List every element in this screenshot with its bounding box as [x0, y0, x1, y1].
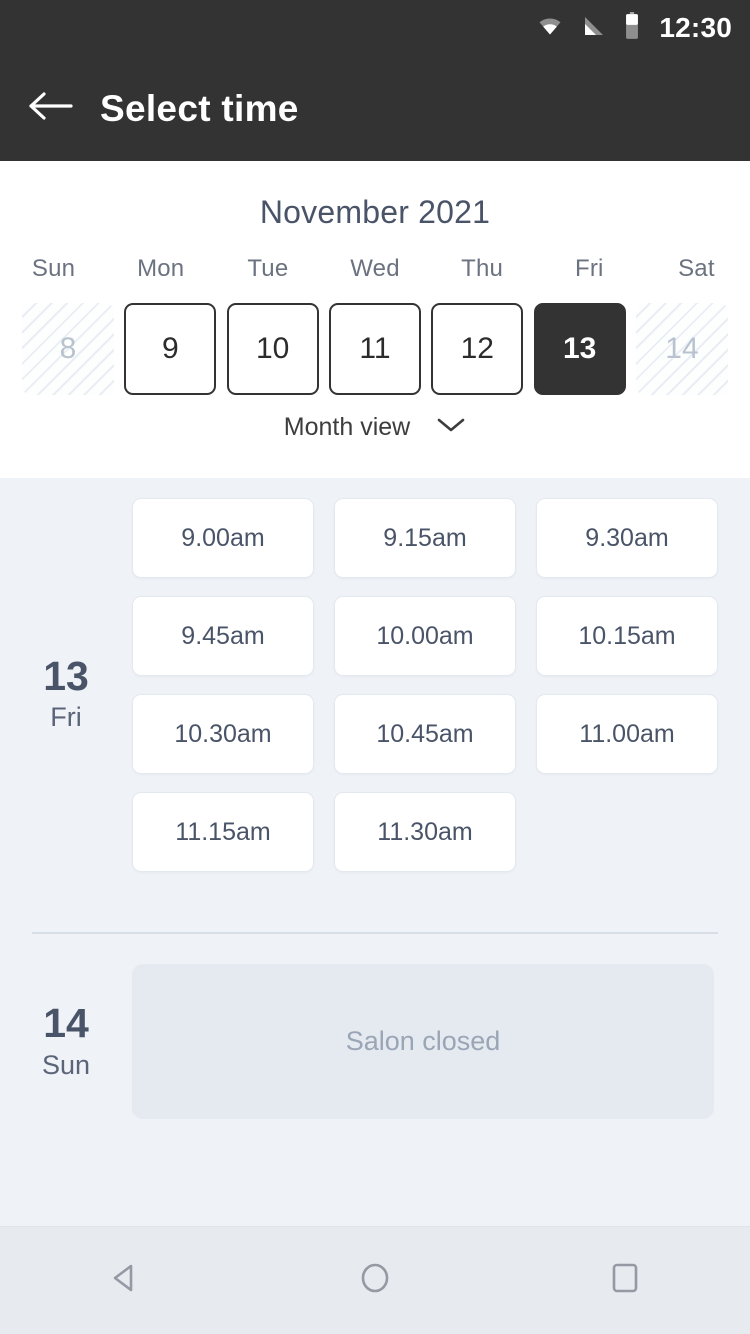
time-slot[interactable]: 9.00am: [132, 498, 314, 578]
nav-back-button[interactable]: [65, 1227, 185, 1334]
time-slot[interactable]: 9.15am: [334, 498, 516, 578]
weekday-label-sun: Sun: [31, 255, 76, 282]
back-button[interactable]: [0, 56, 100, 161]
calendar-day-14: 14: [635, 303, 728, 395]
month-view-toggle[interactable]: Month view: [0, 413, 750, 442]
time-slot[interactable]: 10.45am: [334, 694, 516, 774]
weekday-label-sat: Sat: [678, 255, 715, 282]
time-slot-row: 9.45am 10.00am 10.15am: [132, 596, 720, 676]
calendar-day-10[interactable]: 10: [226, 303, 319, 395]
weekday-label-tue: Tue: [247, 255, 289, 282]
nav-home-icon: [355, 1258, 395, 1303]
time-slot[interactable]: 11.00am: [536, 694, 718, 774]
nav-recents-button[interactable]: [565, 1227, 685, 1334]
nav-home-button[interactable]: [315, 1227, 435, 1334]
battery-icon: [623, 11, 641, 45]
status-bar-clock: 12:30: [659, 12, 732, 43]
calendar-day-11[interactable]: 11: [328, 303, 421, 395]
calendar-panel: November 2021 Sun Mon Tue Wed Thu Fri Sa…: [0, 161, 750, 478]
time-slot[interactable]: 10.30am: [132, 694, 314, 774]
phone-screen: 12:30 Select time November 2021 Sun Mon …: [0, 0, 750, 1334]
time-slot[interactable]: 11.15am: [132, 792, 314, 872]
time-slot[interactable]: 10.00am: [334, 596, 516, 676]
time-slot-placeholder: [536, 792, 718, 872]
calendar-day-8: 8: [22, 303, 114, 395]
nav-recents-icon: [605, 1258, 645, 1303]
time-slot-row: 10.30am 10.45am 11.00am: [132, 694, 720, 774]
weekday-label-fri: Fri: [574, 255, 604, 282]
day-group-14: 14 Sun Salon closed: [0, 934, 750, 1119]
day-side-weekday: Fri: [50, 702, 82, 733]
time-slot-row: 11.15am 11.30am: [132, 792, 720, 872]
time-slot[interactable]: 9.45am: [132, 596, 314, 676]
weekday-label-mon: Mon: [137, 255, 185, 282]
day-side-number: 14: [43, 1000, 89, 1047]
chevron-down-icon: [436, 416, 466, 439]
weekday-header-row: Sun Mon Tue Wed Thu Fri Sat: [0, 255, 750, 283]
time-slot[interactable]: 10.15am: [536, 596, 718, 676]
wifi-icon: [535, 14, 565, 43]
time-slot-grid: 9.00am 9.15am 9.30am 9.45am 10.00am 10.1…: [132, 478, 750, 910]
weekday-label-thu: Thu: [461, 255, 504, 282]
calendar-day-13[interactable]: 13: [533, 303, 626, 395]
month-label: November 2021: [259, 194, 491, 230]
time-slot[interactable]: 11.30am: [334, 792, 516, 872]
schedule-body: 13 Fri 9.00am 9.15am 9.30am 9.45am 10.00…: [0, 478, 750, 1226]
nav-back-icon: [105, 1258, 145, 1303]
salon-closed-banner: Salon closed: [132, 964, 714, 1119]
time-slot[interactable]: 9.30am: [536, 498, 718, 578]
status-bar-icons: [535, 11, 641, 45]
day-side-14: 14 Sun: [0, 964, 132, 1119]
day-side-13: 13 Fri: [0, 478, 132, 910]
calendar-day-12[interactable]: 12: [431, 303, 524, 395]
time-slot-row: 9.00am 9.15am 9.30am: [132, 498, 720, 578]
back-arrow-icon: [27, 89, 73, 128]
status-bar: 12:30: [0, 0, 750, 56]
android-navigation-bar: [0, 1226, 750, 1334]
weekday-label-wed: Wed: [350, 255, 400, 282]
month-view-label: Month view: [283, 413, 411, 441]
day-side-number: 13: [43, 652, 89, 699]
app-bar: Select time: [0, 56, 750, 161]
cellular-signal-icon: [581, 14, 607, 43]
page-title: Select time: [100, 87, 299, 129]
day-side-weekday: Sun: [41, 1049, 91, 1080]
calendar-day-9[interactable]: 9: [124, 303, 217, 395]
day-group-13: 13 Fri 9.00am 9.15am 9.30am 9.45am 10.00…: [0, 478, 750, 910]
calendar-days-row: 8 9 10 11 12 13 14: [0, 303, 750, 395]
